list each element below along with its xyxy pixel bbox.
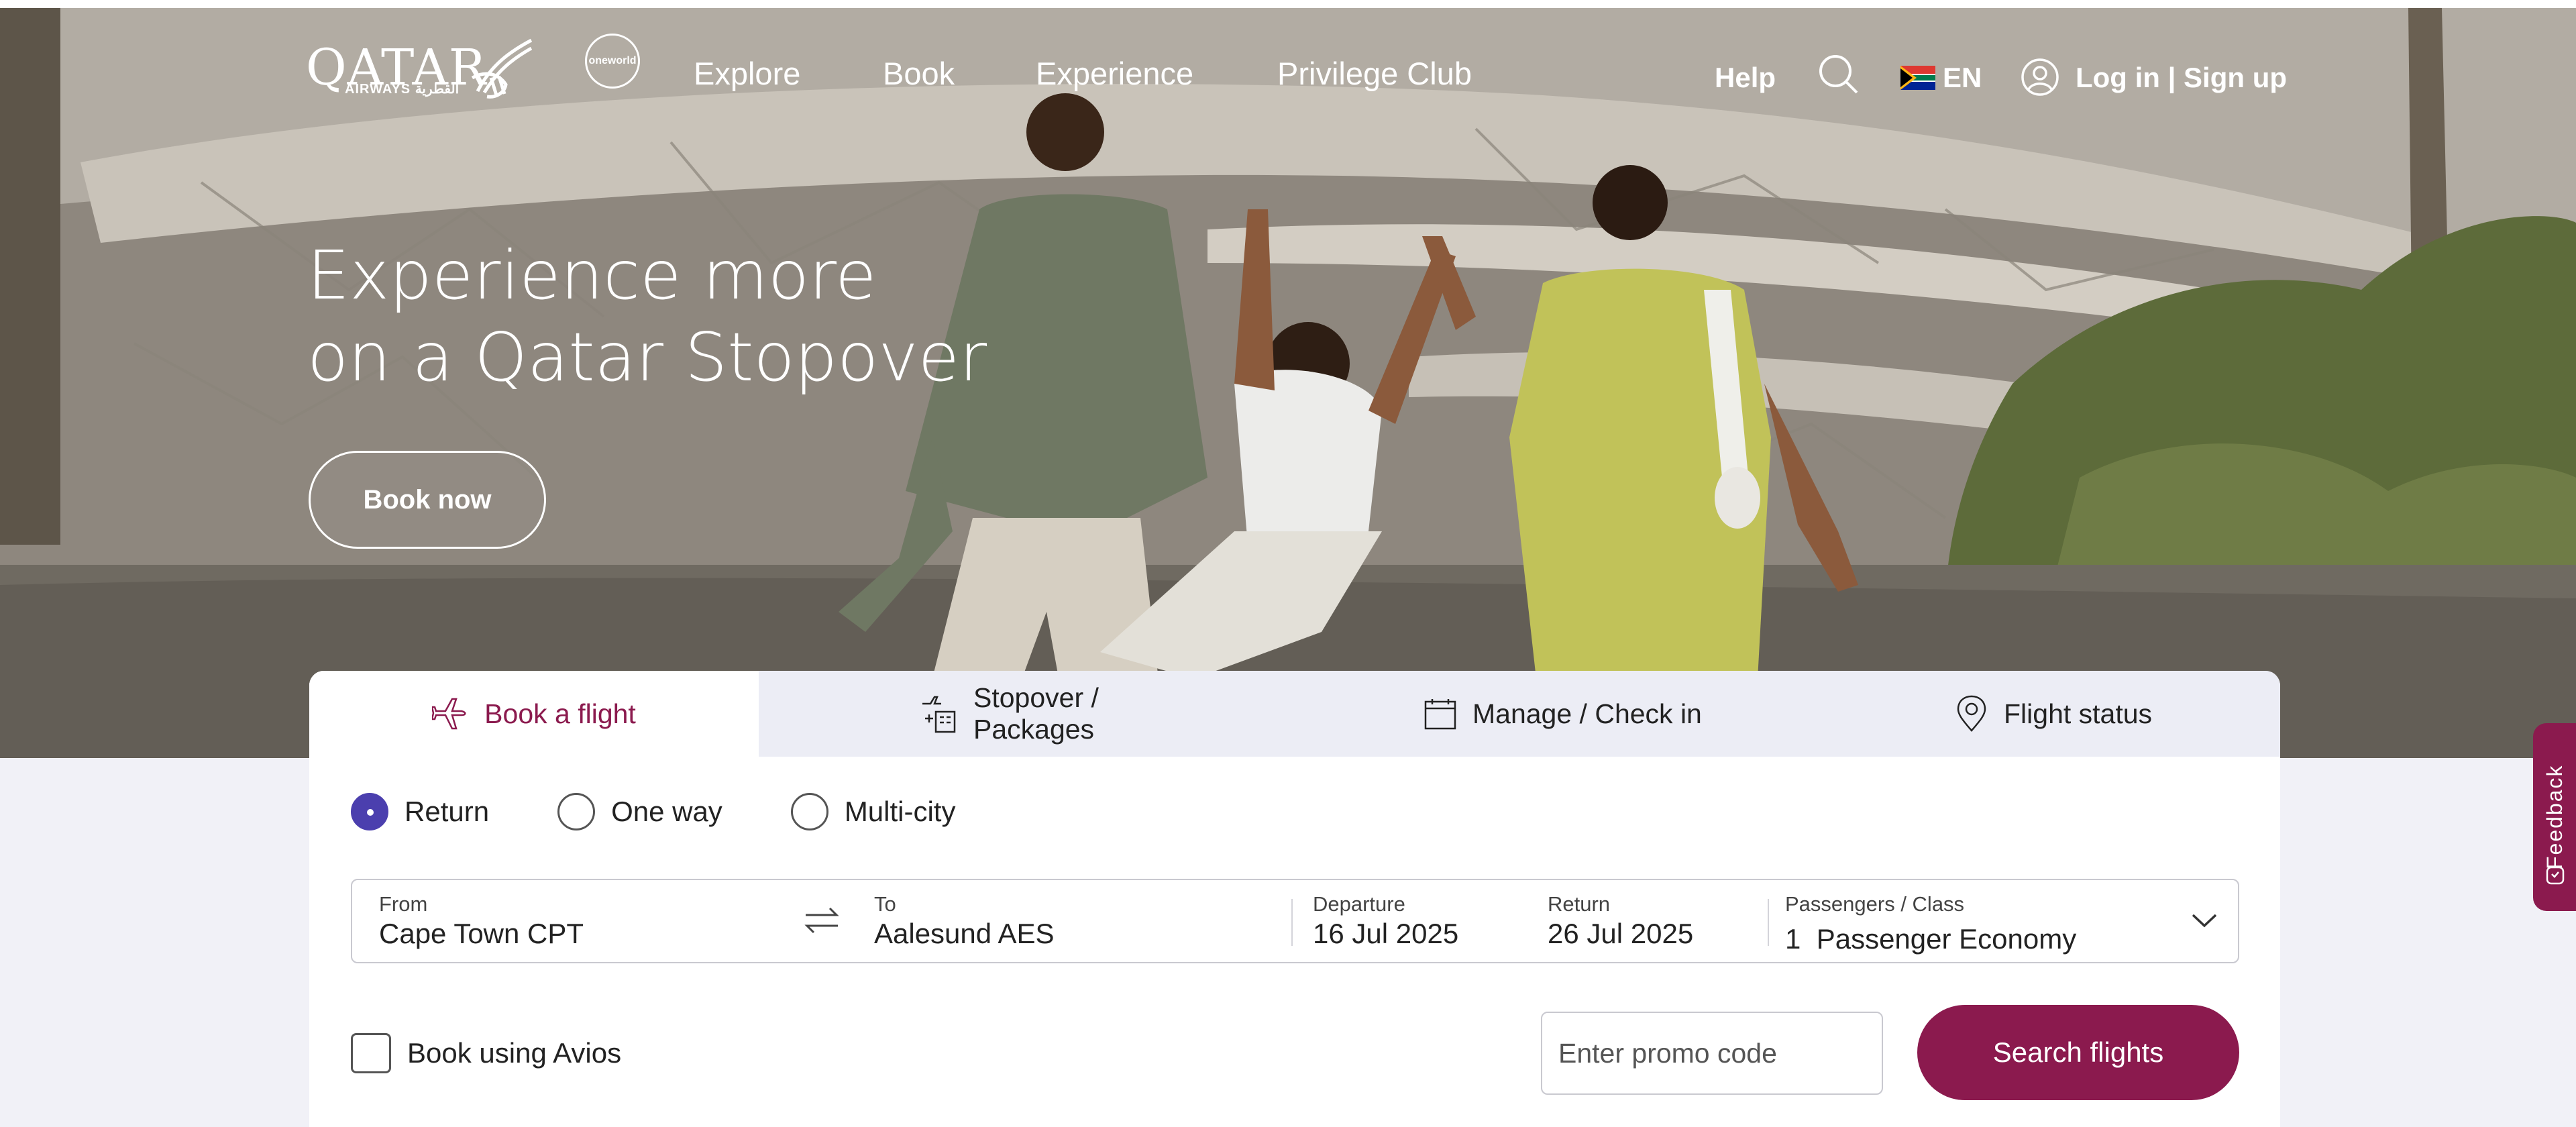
tab-label: Stopover / Packages [973, 682, 1099, 745]
passengers-class-field[interactable]: Passengers / Class 1 Passenger Economy [1785, 880, 2228, 962]
plane-icon [432, 695, 470, 733]
radio-button[interactable] [351, 793, 388, 830]
calendar-icon [1423, 696, 1458, 731]
to-label: To [874, 892, 896, 916]
flight-search-fields: From Cape Town CPT To Aalesund AES Depar… [351, 879, 2239, 963]
avios-label: Book using Avios [407, 1037, 622, 1069]
promo-code-input[interactable] [1541, 1012, 1883, 1095]
passenger-class: Passenger Economy [1816, 923, 2077, 955]
return-value: 26 Jul 2025 [1548, 918, 1694, 949]
oneworld-badge[interactable]: oneworld [585, 34, 640, 89]
to-field[interactable]: To Aalesund AES [874, 880, 1277, 962]
logo-subtitle: AIRWAYS القطرية [345, 82, 460, 97]
nav-explore[interactable]: Explore [694, 55, 800, 92]
qatar-airways-logo[interactable]: QATAR AIRWAYS القطرية [306, 35, 537, 102]
departure-value: 16 Jul 2025 [1313, 918, 1459, 949]
radio-label: Multi-city [844, 796, 956, 827]
swap-icon[interactable] [802, 900, 842, 941]
from-label: From [379, 892, 428, 916]
oryx-icon [471, 38, 533, 99]
nav-privilege-club[interactable]: Privilege Club [1277, 55, 1472, 92]
tab-flight-status[interactable]: Flight status [1954, 671, 2280, 757]
language-selector[interactable]: EN [1943, 62, 1982, 94]
top-strip [0, 0, 2576, 8]
tab-manage-check-in[interactable]: Manage / Check in [1423, 671, 1892, 757]
chevron-down-icon[interactable] [2189, 907, 2220, 934]
feedback-tab[interactable]: Feedback [2533, 723, 2576, 911]
search-icon[interactable] [1817, 52, 1860, 95]
checkbox[interactable] [351, 1033, 391, 1073]
south-africa-flag-icon[interactable] [1900, 66, 1935, 90]
tab-stopover-packages[interactable]: Stopover / Packages [611, 671, 1215, 757]
feedback-label: Feedback [2542, 764, 2567, 869]
top-navigation: QATAR AIRWAYS القطرية oneworld Explore B… [0, 8, 2576, 129]
book-using-avios-checkbox[interactable]: Book using Avios [351, 1033, 621, 1073]
return-date-field[interactable]: Return 26 Jul 2025 [1548, 880, 1762, 962]
to-value: Aalesund AES [874, 918, 1055, 949]
trip-type-selector: Return One way Multi-city [351, 790, 1024, 833]
field-divider [1768, 899, 1769, 946]
hero-headline-line-2: on a Qatar Stopover [307, 318, 987, 396]
feedback-icon [2546, 866, 2565, 885]
departure-label: Departure [1313, 892, 1405, 916]
nav-experience[interactable]: Experience [1036, 55, 1193, 92]
field-divider [1291, 899, 1293, 946]
radio-label: One way [611, 796, 722, 827]
radio-multi-city[interactable]: Multi-city [790, 793, 956, 830]
radio-button[interactable] [557, 793, 596, 830]
tab-label: Flight status [2004, 698, 2153, 729]
passenger-count: 1 [1785, 923, 1801, 955]
radio-button[interactable] [790, 793, 828, 830]
hero-headline: Experience more on a Qatar Stopover [307, 235, 987, 398]
booking-widget: Book a flight Stopover / Packages Manage… [309, 671, 2280, 1127]
hero-headline-line-1: Experience more [307, 236, 877, 315]
tab-label: Manage / Check in [1472, 698, 1702, 729]
book-now-button[interactable]: Book now [309, 451, 546, 549]
departure-date-field[interactable]: Departure 16 Jul 2025 [1313, 880, 1527, 962]
booking-tabs: Book a flight Stopover / Packages Manage… [309, 671, 2280, 757]
user-icon[interactable] [2021, 58, 2059, 97]
radio-return[interactable]: Return [351, 793, 489, 830]
from-field[interactable]: From Cape Town CPT [379, 880, 782, 962]
nav-help[interactable]: Help [1715, 62, 1776, 94]
from-value: Cape Town CPT [379, 918, 584, 949]
radio-label: Return [405, 796, 490, 827]
nav-book[interactable]: Book [883, 55, 955, 92]
passengers-value-row: 1 Passenger Economy [1785, 923, 2076, 955]
radio-one-way[interactable]: One way [557, 793, 722, 830]
search-flights-button[interactable]: Search flights [1917, 1005, 2239, 1100]
stopover-icon [920, 694, 959, 733]
passengers-label: Passengers / Class [1785, 892, 1965, 916]
location-pin-icon [1954, 694, 1989, 733]
return-label: Return [1548, 892, 1611, 916]
login-signup-link[interactable]: Log in | Sign up [2076, 62, 2287, 94]
